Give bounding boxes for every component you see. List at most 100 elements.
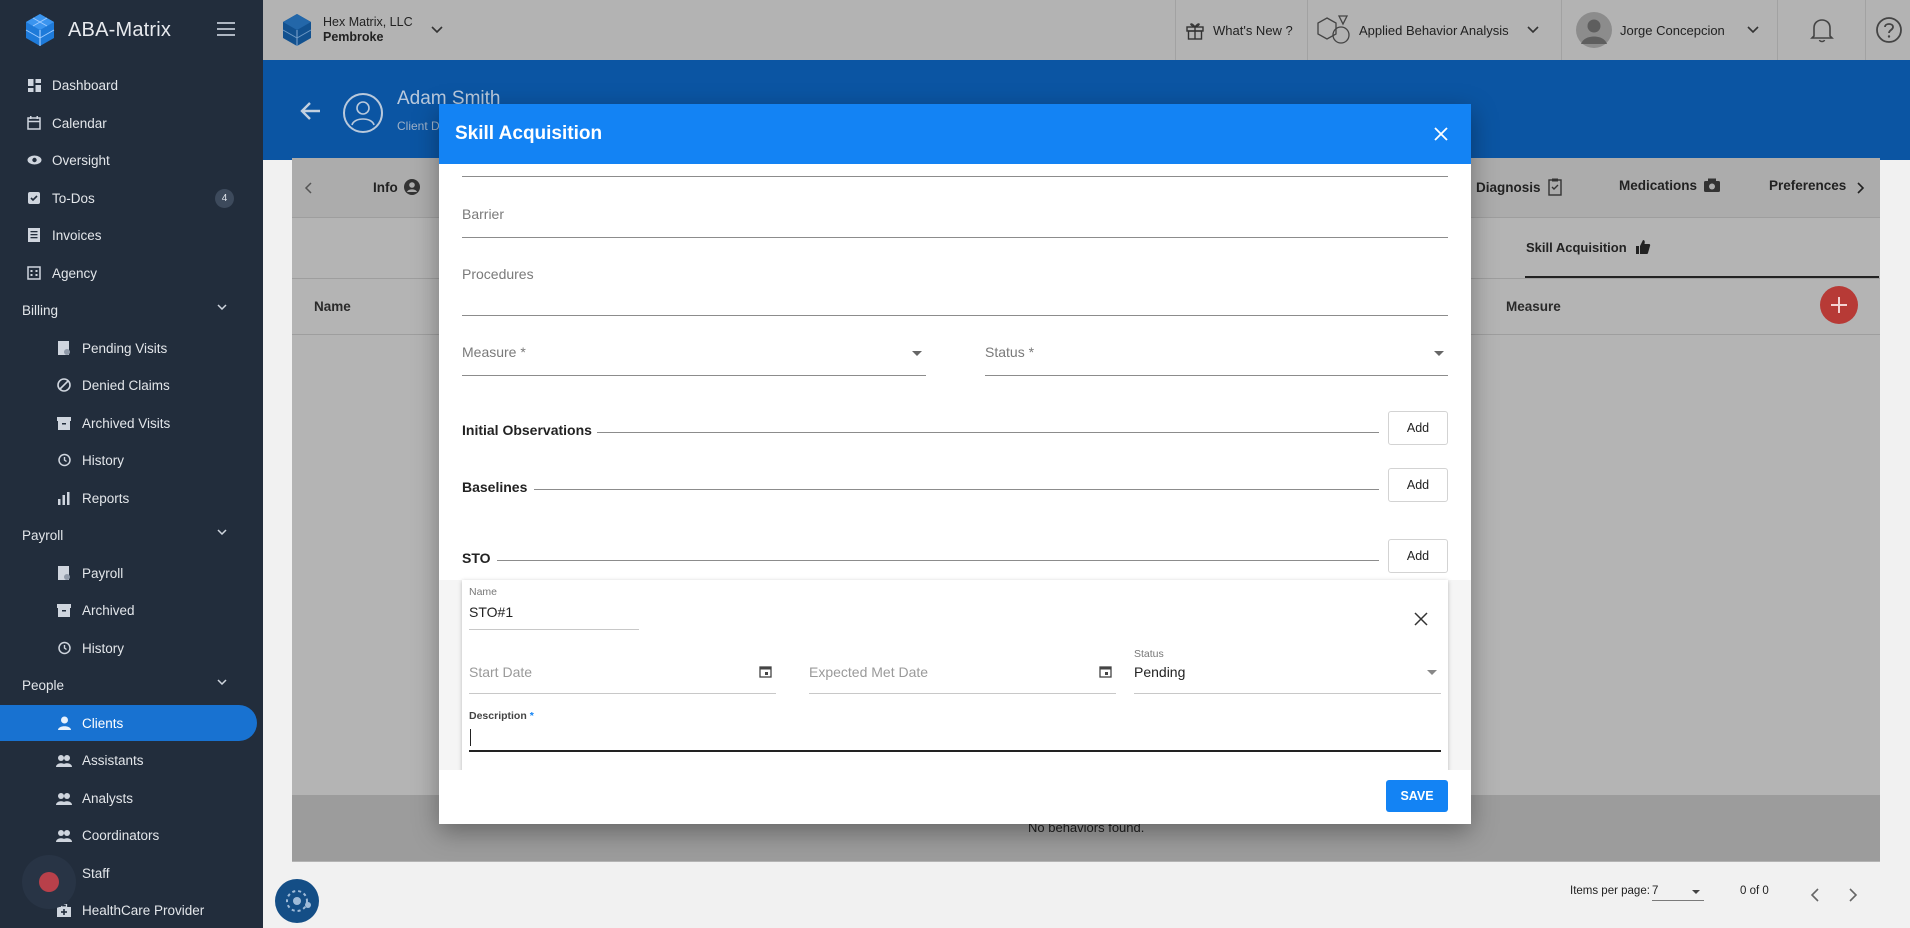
dropdown-arrow-icon xyxy=(1434,351,1444,356)
sidebar-item-label: HealthCare Provider xyxy=(82,902,205,918)
items-per-page-select[interactable]: 7 xyxy=(1652,885,1704,901)
tab-preferences[interactable]: Preferences xyxy=(1769,178,1846,193)
sidebar-item-todos[interactable]: To-Dos 4 xyxy=(0,180,263,216)
sidebar-item-label: Payroll xyxy=(82,565,124,581)
sidebar-item-archived-visits[interactable]: Archived Visits xyxy=(0,405,263,441)
module-switcher[interactable]: Applied Behavior Analysis xyxy=(1317,0,1539,60)
account-circle-icon xyxy=(403,179,420,195)
save-button[interactable]: SAVE xyxy=(1386,780,1448,812)
procedures-field[interactable]: Procedures xyxy=(462,266,1448,316)
chevron-down-icon xyxy=(1527,26,1539,34)
chevron-right-icon[interactable] xyxy=(1857,182,1865,194)
sidebar-item-denied-claims[interactable]: Denied Claims xyxy=(0,367,263,403)
help-button[interactable] xyxy=(1875,0,1903,60)
tab-skill-acquisition[interactable]: Skill Acquisition xyxy=(1526,239,1651,255)
org-switcher[interactable]: Hex Matrix, LLC Pembroke xyxy=(279,10,443,50)
sidebar-item-pending-visits[interactable]: Pending Visits xyxy=(0,330,263,366)
description-input[interactable] xyxy=(469,726,1441,752)
sidebar-item-agency[interactable]: Agency xyxy=(0,255,263,291)
sidebar-item-payroll[interactable]: Payroll xyxy=(0,555,263,591)
sidebar-item-label: Dashboard xyxy=(52,77,119,93)
group-icon xyxy=(56,827,72,843)
help-icon xyxy=(1876,17,1902,43)
notifications-button[interactable] xyxy=(1810,0,1834,60)
tab-label: Preferences xyxy=(1769,178,1847,193)
sidebar-section-people[interactable]: People xyxy=(0,667,263,703)
add-initial-observation-button[interactable]: Add xyxy=(1388,411,1448,445)
chevron-left-icon[interactable] xyxy=(304,182,312,194)
tab-label: Skill Acquisition xyxy=(1526,239,1627,255)
payroll-icon xyxy=(56,565,72,581)
user-name: Jorge Concepcion xyxy=(1620,22,1725,38)
add-baseline-button[interactable]: Add xyxy=(1388,468,1448,502)
calendar-icon[interactable] xyxy=(1099,665,1112,678)
dropdown-arrow-icon xyxy=(1692,890,1700,894)
history-icon xyxy=(56,452,72,468)
pending-document-icon xyxy=(56,340,72,356)
company-name: Hex Matrix, LLC xyxy=(323,15,413,29)
sidebar-item-clients[interactable]: Clients xyxy=(0,705,257,741)
previous-page-icon[interactable] xyxy=(1810,888,1820,902)
description-label-text: Description xyxy=(469,710,527,722)
items-per-page-label: Items per page: xyxy=(1570,885,1650,897)
calendar-icon[interactable] xyxy=(759,665,772,678)
expected-met-date-field[interactable]: Expected Met Date xyxy=(809,664,1116,694)
sidebar-item-assistants[interactable]: Assistants xyxy=(0,742,263,778)
previous-field-underline xyxy=(462,176,1448,177)
close-icon[interactable] xyxy=(1433,126,1449,142)
chevron-down-icon xyxy=(217,304,227,310)
tab-info[interactable]: Info xyxy=(373,178,421,196)
todo-icon xyxy=(26,190,42,206)
sto-status-select[interactable]: Pending xyxy=(1134,664,1441,694)
tab-diagnosis[interactable]: Diagnosis xyxy=(1476,178,1565,196)
add-sto-button[interactable]: Add xyxy=(1388,539,1448,573)
divider xyxy=(497,560,1379,561)
tab-medications[interactable]: Medications xyxy=(1619,178,1721,193)
record-button[interactable] xyxy=(22,855,76,909)
cog-icon xyxy=(286,890,311,912)
barrier-field[interactable]: Barrier xyxy=(462,206,1448,238)
page-range: 0 of 0 xyxy=(1740,885,1769,897)
sidebar-item-analysts[interactable]: Analysts xyxy=(0,780,263,816)
measure-select[interactable]: Measure * xyxy=(462,344,926,376)
description-label: Description * xyxy=(469,710,534,722)
sidebar-item-payroll-archived[interactable]: Archived xyxy=(0,592,263,628)
sto-name-value: STO#1 xyxy=(469,604,514,620)
sidebar-item-oversight[interactable]: Oversight xyxy=(0,142,263,178)
remove-sto-icon[interactable] xyxy=(1414,612,1428,626)
sidebar-section-billing[interactable]: Billing xyxy=(0,292,263,328)
sidebar-item-label: History xyxy=(82,452,125,468)
back-arrow-icon[interactable] xyxy=(300,101,322,121)
sidebar-item-invoices[interactable]: Invoices xyxy=(0,217,263,253)
bell-icon xyxy=(1810,19,1834,43)
record-icon xyxy=(39,872,59,892)
sidebar-item-label: Archived xyxy=(82,602,135,618)
sidebar-item-billing-history[interactable]: History xyxy=(0,442,263,478)
company-logo xyxy=(282,14,312,46)
sto-name-input[interactable]: STO#1 xyxy=(469,602,639,630)
menu-icon[interactable] xyxy=(217,21,237,37)
dialog-title: Skill Acquisition xyxy=(455,123,603,144)
add-skill-button[interactable] xyxy=(1820,286,1858,324)
initial-observations-title: Initial Observations xyxy=(462,422,592,438)
camera-icon xyxy=(1704,178,1721,192)
sidebar-section-payroll[interactable]: Payroll xyxy=(0,517,263,553)
sidebar: ABA-Matrix Dashboard Calendar Oversight … xyxy=(0,0,263,928)
section-label: Billing xyxy=(22,302,59,318)
invoice-icon xyxy=(26,227,42,243)
settings-fab[interactable] xyxy=(275,879,319,923)
aba-matrix-logo xyxy=(25,14,55,46)
start-date-field[interactable]: Start Date xyxy=(469,664,776,694)
sidebar-item-payroll-history[interactable]: History xyxy=(0,630,263,666)
sidebar-item-dashboard[interactable]: Dashboard xyxy=(0,67,263,103)
next-page-icon[interactable] xyxy=(1848,888,1858,902)
sidebar-item-reports[interactable]: Reports xyxy=(0,480,263,516)
history-icon xyxy=(56,640,72,656)
sidebar-item-calendar[interactable]: Calendar xyxy=(0,105,263,141)
client-subtitle: Client D xyxy=(397,119,440,133)
whats-new-button[interactable]: What's New ? xyxy=(1185,0,1293,60)
sidebar-item-coordinators[interactable]: Coordinators xyxy=(0,817,263,853)
sidebar-item-label: Invoices xyxy=(52,227,102,243)
user-menu[interactable]: Jorge Concepcion xyxy=(1576,0,1759,60)
status-select[interactable]: Status * xyxy=(985,344,1448,376)
